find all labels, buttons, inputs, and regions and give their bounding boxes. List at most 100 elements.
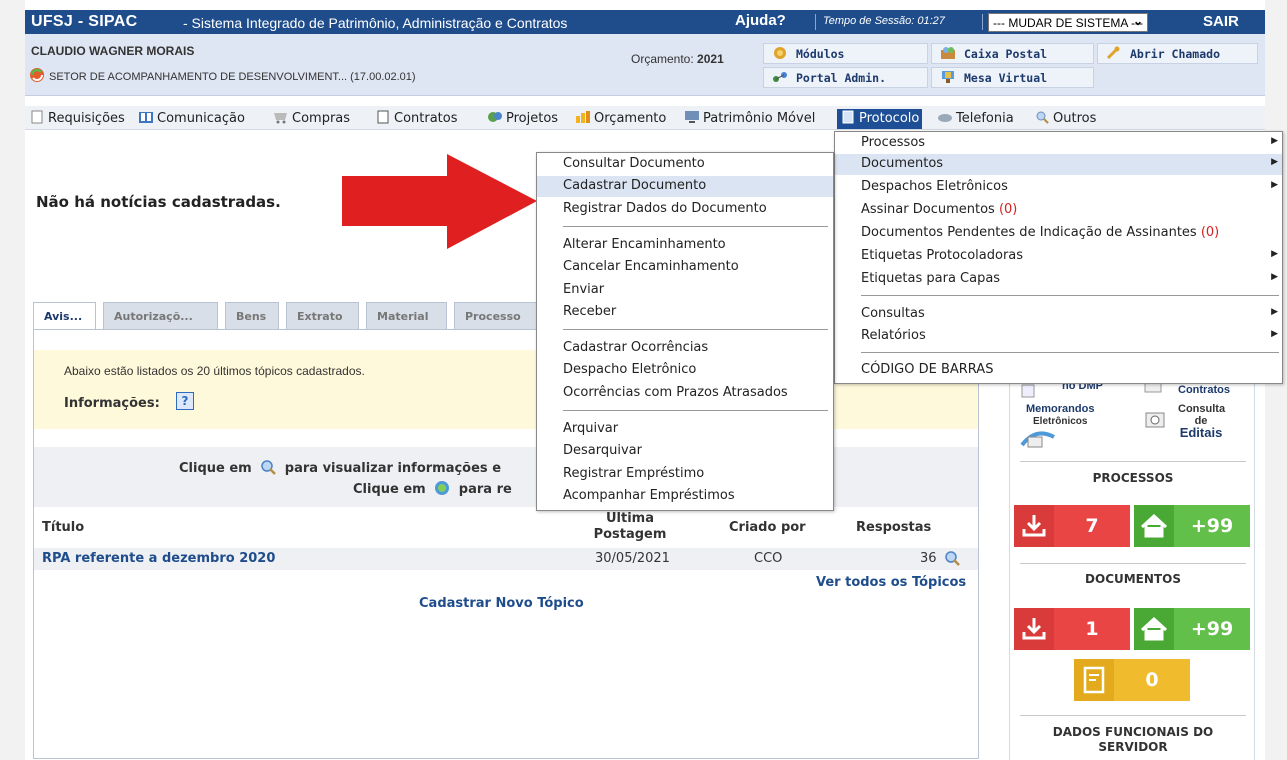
top-header-bar: UFSJ - SIPAC - Sistema Integrado de Patr… (25, 10, 1265, 34)
app-title[interactable]: UFSJ - SIPAC (31, 13, 137, 31)
documents-inbox-count: 1 (1085, 618, 1099, 640)
tab-panel-avisos: Abaixo estão listados os 20 últimos tópi… (33, 329, 979, 759)
submenu-arrow-icon: ▶ (1271, 307, 1278, 317)
menu-contratos[interactable]: Contratos (375, 110, 458, 126)
tab-bens[interactable]: Bens (225, 302, 279, 330)
menu-item-etiquetas-protocoladoras[interactable]: Etiquetas Protocoladoras ▶ (835, 246, 1282, 267)
documents-home-tile[interactable]: +99 (1134, 608, 1250, 650)
menu-item-desarquivar[interactable]: Desarquivar (537, 441, 833, 462)
help-link[interactable]: Ajuda? (735, 12, 786, 29)
menu-item-consultar-documento[interactable]: Consultar Documento (537, 154, 833, 175)
menu-item-registrar-dados[interactable]: Registrar Dados do Documento (537, 199, 833, 220)
view-topic-icon[interactable] (944, 550, 960, 566)
change-system-select[interactable]: --- MUDAR DE SISTEMA --- ⌄ (988, 13, 1148, 32)
instruction-line-1: Clique em para visualizar informações e (179, 459, 501, 476)
menu-item-pendentes[interactable]: Documentos Pendentes de Indicação de Ass… (835, 223, 1282, 244)
instruction-suffix: para visualizar informações e (284, 461, 502, 476)
menu-item-etiquetas-capas[interactable]: Etiquetas para Capas ▶ (835, 269, 1282, 290)
menu-item-despachos[interactable]: Despachos Eletrônicos ▶ (835, 177, 1282, 198)
modules-icon (774, 47, 786, 59)
menu-item-processos[interactable]: Processos ▶ (835, 133, 1282, 154)
admin-portal-link[interactable]: Portal Admin. (763, 67, 928, 88)
network-icon (773, 72, 787, 82)
cart-icon (274, 113, 287, 124)
see-all-topics-link[interactable]: Ver todos os Tópicos (816, 575, 966, 590)
tab-autorizacoes[interactable]: Autorizaçõ... (103, 302, 218, 330)
menu-item-cadastrar-documento[interactable]: Cadastrar Documento (537, 176, 833, 197)
help-icon[interactable]: ? (176, 392, 194, 410)
menu-item-ocorrencias-prazos[interactable]: Ocorrências com Prazos Atrasados (537, 383, 833, 404)
processes-inbox-count: 7 (1085, 515, 1099, 537)
memos-line: Memorandos (1026, 403, 1095, 415)
processes-inbox-tile[interactable]: 7 (1014, 505, 1130, 547)
menu-item-documentos[interactable]: Documentos ▶ (835, 154, 1282, 175)
menu-item-label: Processos (861, 135, 926, 150)
menu-separator (861, 352, 1279, 353)
submenu-arrow-icon: ▶ (1271, 329, 1278, 339)
menu-item-label: Consultar Documento (563, 156, 705, 171)
menu-item-relatorios[interactable]: Relatórios ▶ (835, 326, 1282, 347)
virtual-desk-link[interactable]: Mesa Virtual (931, 67, 1094, 88)
mailbox-link[interactable]: Caixa Postal (931, 43, 1094, 64)
contracts-link[interactable]: Contratos (1178, 384, 1230, 396)
menu-label: Compras (292, 111, 351, 126)
user-department: SETOR DE ACOMPANHAMENTO DE DESENVOLVIMEN… (49, 71, 416, 83)
tab-avisos[interactable]: Avis... (33, 302, 96, 330)
menu-item-receber[interactable]: Receber (537, 302, 833, 323)
topic-title-link[interactable]: RPA referente a dezembro 2020 (42, 551, 275, 566)
modules-link[interactable]: Módulos (763, 43, 928, 64)
open-ticket-link[interactable]: Abrir Chamado (1097, 43, 1258, 64)
menu-outros[interactable]: Outros (1034, 110, 1096, 126)
menu-item-label: Registrar Empréstimo (563, 466, 705, 481)
functional-data-title: DADOS FUNCIONAIS DO SERVIDOR (1010, 725, 1256, 755)
instruction-prefix: Clique em (179, 461, 252, 476)
tab-label: Autorizaçõ... (114, 310, 193, 323)
tab-extrato[interactable]: Extrato (286, 302, 359, 330)
modules-label: Módulos (796, 47, 845, 61)
menu-telefonia[interactable]: Telefonia (937, 110, 1014, 126)
documents-pending-tile[interactable]: 0 (1074, 659, 1190, 701)
processes-home-tile[interactable]: +99 (1134, 505, 1250, 547)
menu-separator (563, 226, 828, 227)
col-replies: Respostas (856, 520, 932, 535)
protocolo-dropdown-menu: Processos ▶ Documentos ▶ Despachos Eletrôn… (834, 131, 1283, 384)
menu-item-acompanhar-emprestimos[interactable]: Acompanhar Empréstimos (537, 486, 833, 507)
menu-item-registrar-emprestimo[interactable]: Registrar Empréstimo (537, 464, 833, 485)
section-divider (1020, 461, 1246, 462)
tab-material[interactable]: Material (366, 302, 447, 330)
menu-item-consultas[interactable]: Consultas ▶ (835, 304, 1282, 325)
logout-button[interactable]: SAIR (1203, 13, 1239, 30)
col-title: Título (42, 520, 85, 535)
menu-item-label: CÓDIGO DE BARRAS (861, 362, 994, 377)
table-row[interactable]: RPA referente a dezembro 2020 30/05/2021… (34, 548, 978, 570)
menu-orcamento[interactable]: Orçamento (575, 110, 666, 126)
menu-item-enviar[interactable]: Enviar (537, 280, 833, 301)
menu-item-cancelar-encaminhamento[interactable]: Cancelar Encaminhamento (537, 257, 833, 278)
menu-item-assinar[interactable]: Assinar Documentos (0) (835, 200, 1282, 221)
functional-title-line: SERVIDOR (1098, 740, 1168, 754)
documents-inbox-tile[interactable]: 1 (1014, 608, 1130, 650)
menu-item-label: Cadastrar Documento (563, 178, 707, 193)
new-topic-link[interactable]: Cadastrar Novo Tópico (419, 596, 584, 611)
change-unit-icon[interactable] (29, 67, 45, 83)
menu-protocolo[interactable]: Protocolo (837, 109, 923, 129)
tab-processos[interactable]: Processo (454, 302, 549, 330)
section-divider (1020, 715, 1246, 716)
menu-label: Comunicação (157, 111, 245, 126)
editais-link[interactable]: Consulta de Editais (1178, 403, 1225, 440)
menu-item-alterar-encaminhamento[interactable]: Alterar Encaminhamento (537, 235, 833, 256)
menu-requisicoes[interactable]: Requisições (29, 110, 125, 126)
tab-label: Bens (236, 310, 267, 323)
menu-item-arquivar[interactable]: Arquivar (537, 419, 833, 440)
tab-label: Material (377, 310, 429, 323)
menu-compras[interactable]: Compras (273, 110, 350, 126)
left-margin (0, 0, 25, 760)
menu-item-despacho-eletronico[interactable]: Despacho Eletrônico (537, 360, 833, 381)
menu-item-codigo-barras[interactable]: CÓDIGO DE BARRAS (835, 360, 1282, 381)
menu-projetos[interactable]: Projetos (487, 110, 558, 126)
tab-label: Avis... (44, 310, 83, 323)
menu-patrimonio[interactable]: Patrimônio Móvel (684, 110, 815, 126)
menu-item-cadastrar-ocorrencias[interactable]: Cadastrar Ocorrências (537, 338, 833, 359)
phone-icon (938, 114, 952, 122)
menu-comunicacao[interactable]: Comunicação (138, 110, 245, 126)
